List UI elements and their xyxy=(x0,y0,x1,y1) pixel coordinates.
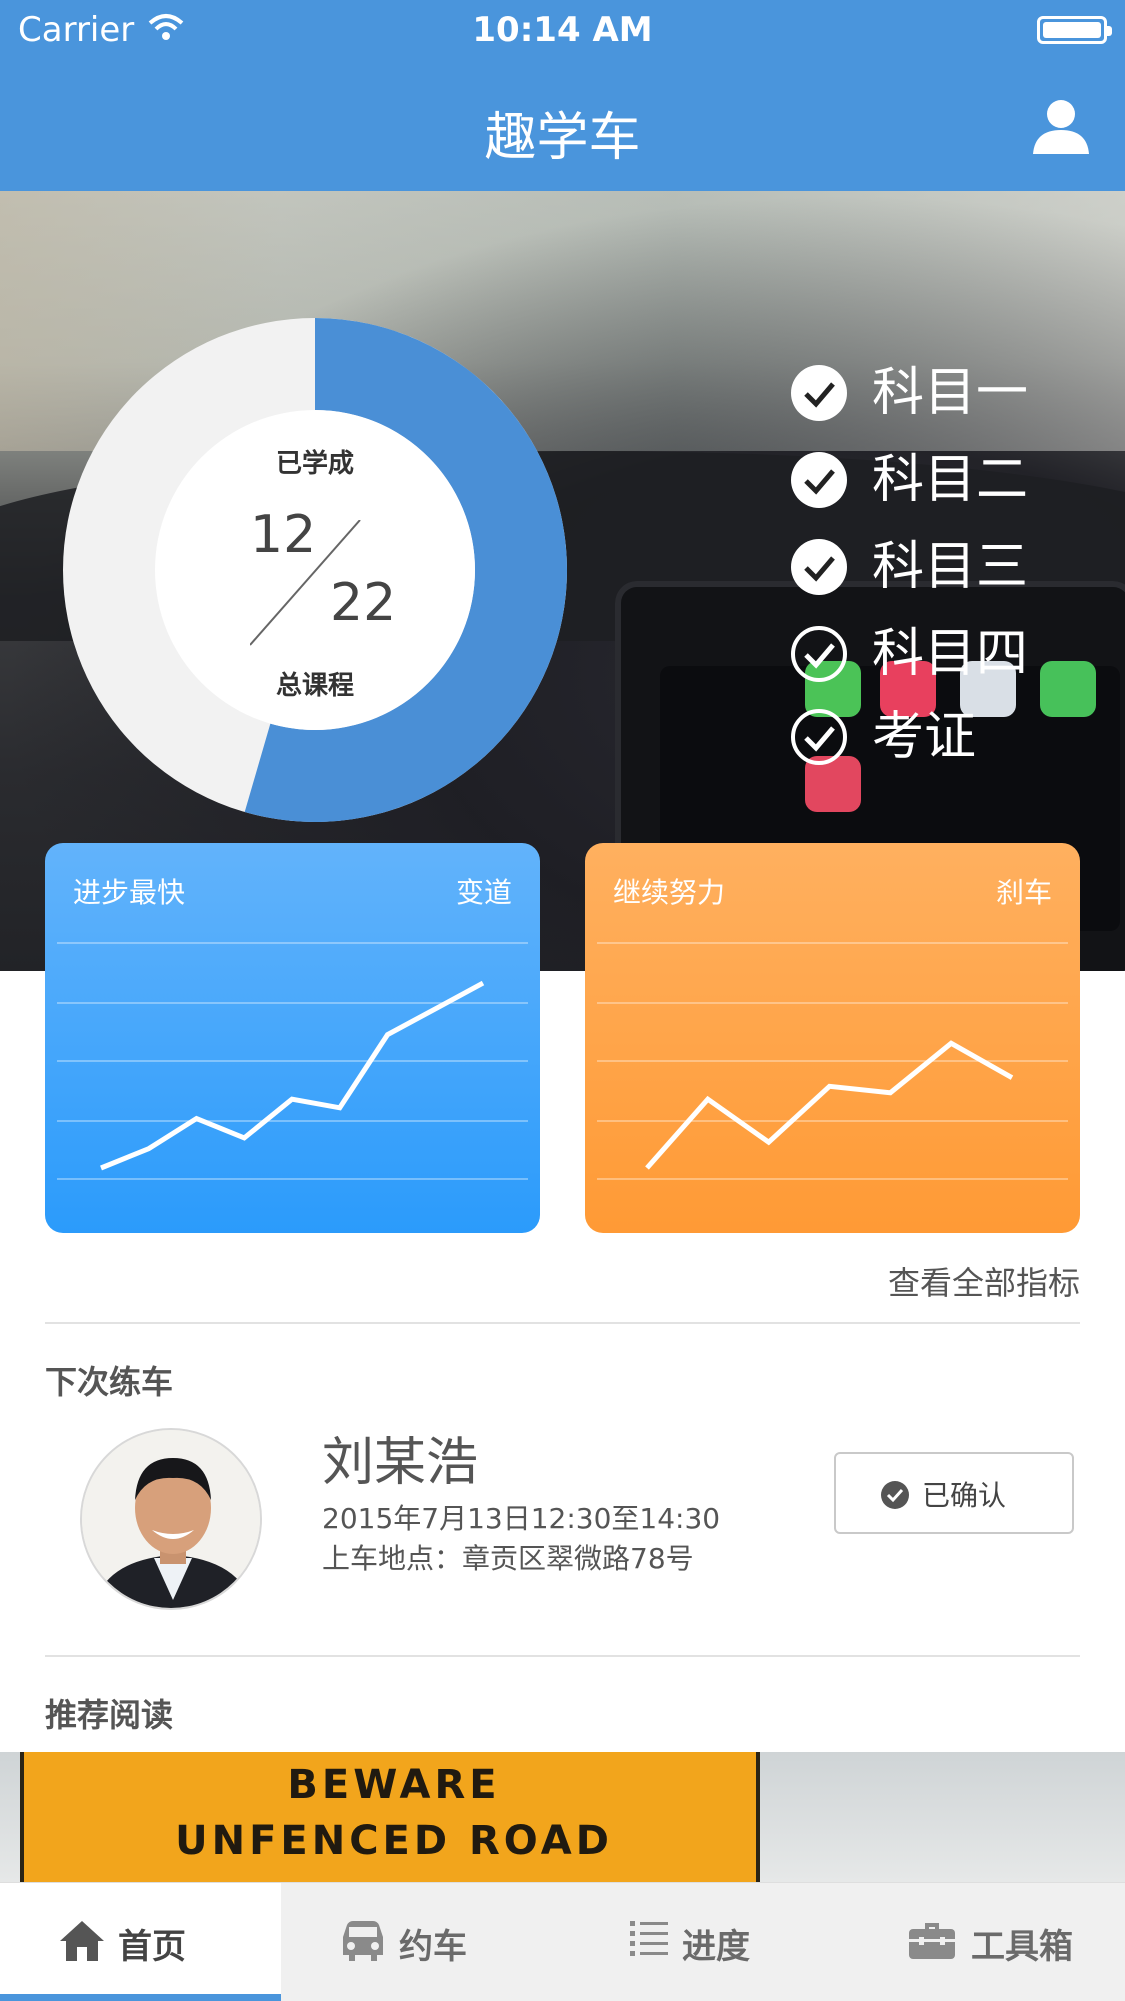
divider xyxy=(45,1322,1080,1324)
divider xyxy=(45,1655,1080,1657)
subject-item[interactable]: 科目二 xyxy=(790,445,1090,515)
check-outline-icon xyxy=(791,626,847,682)
active-tab-indicator xyxy=(0,1994,281,2001)
clock: 10:14 AM xyxy=(472,10,653,50)
coach-portrait xyxy=(82,1430,260,1608)
subject-item[interactable]: 科目三 xyxy=(790,532,1090,602)
subject-item[interactable]: 科目四 xyxy=(790,619,1090,689)
pickup-location: 上车地点：章贡区翠微路78号 xyxy=(322,1537,694,1577)
coach-avatar[interactable] xyxy=(80,1428,262,1610)
road-sign-image: BEWARE UNFENCED ROAD xyxy=(20,1752,760,1882)
check-circle-icon xyxy=(881,1481,909,1509)
subject-item[interactable]: 考证 xyxy=(790,702,1090,772)
practice-time: 2015年7月13日12:30至14:30 xyxy=(322,1502,721,1535)
reading-banner[interactable]: BEWARE UNFENCED ROAD xyxy=(0,1752,1125,1882)
sign-text-line1: BEWARE xyxy=(287,1762,501,1808)
car-icon xyxy=(343,1921,383,1961)
fastest-progress-card[interactable]: 进步最快 变道 xyxy=(45,843,540,1233)
battery-icon xyxy=(1037,16,1112,44)
trend-line xyxy=(100,980,485,1171)
next-practice-title: 下次练车 xyxy=(45,1363,174,1401)
confirmed-label: 已确认 xyxy=(922,1479,1007,1512)
confirmed-button[interactable]: 已确认 xyxy=(834,1452,1074,1534)
total-count: 22 xyxy=(330,573,397,633)
pickup-location-label: 上车地点： xyxy=(322,1542,463,1575)
subject-item[interactable]: 科目一 xyxy=(790,358,1090,428)
sign-text-line2: UNFENCED ROAD xyxy=(175,1818,613,1864)
status-bar: Carrier 10:14 AM xyxy=(0,0,1125,60)
pickup-location-value: 章贡区翠微路78号 xyxy=(462,1542,694,1575)
see-all-metrics-link[interactable]: 查看全部指标 xyxy=(888,1258,1080,1304)
tab-progress[interactable]: 进度 xyxy=(562,1883,843,2001)
tab-bar: 首页 约车 进度 工具箱 xyxy=(0,1882,1125,2001)
card-title: 进步最快 xyxy=(73,876,186,909)
header: Carrier 10:14 AM 趣学车 xyxy=(0,0,1125,191)
check-filled-icon xyxy=(791,452,847,508)
list-icon xyxy=(630,1921,668,1956)
check-filled-icon xyxy=(791,539,847,595)
recommended-reading-title: 推荐阅读 xyxy=(45,1696,174,1734)
card-title: 继续努力 xyxy=(613,876,726,909)
user-icon[interactable] xyxy=(1029,98,1093,154)
coach-name: 刘某浩 xyxy=(322,1433,479,1493)
keep-going-card[interactable]: 继续努力 刹车 xyxy=(585,843,1080,1233)
home-icon xyxy=(60,1921,104,1961)
tab-home[interactable]: 首页 xyxy=(0,1883,281,2001)
learned-label: 已学成 xyxy=(275,449,354,479)
trend-line xyxy=(645,1040,1014,1170)
check-filled-icon xyxy=(791,365,847,421)
app-title: 趣学车 xyxy=(484,108,641,168)
card-tag: 刹车 xyxy=(995,876,1052,909)
tab-book-car[interactable]: 约车 xyxy=(281,1883,562,2001)
check-outline-icon xyxy=(791,709,847,765)
app-screen: Carrier 10:14 AM 趣学车 已学成 12 22 总课程 科目一 科… xyxy=(0,0,1125,2001)
toolbox-icon xyxy=(909,1923,955,1959)
total-label: 总课程 xyxy=(275,671,354,701)
card-tag: 变道 xyxy=(455,876,512,909)
tab-toolbox[interactable]: 工具箱 xyxy=(843,1883,1124,2001)
